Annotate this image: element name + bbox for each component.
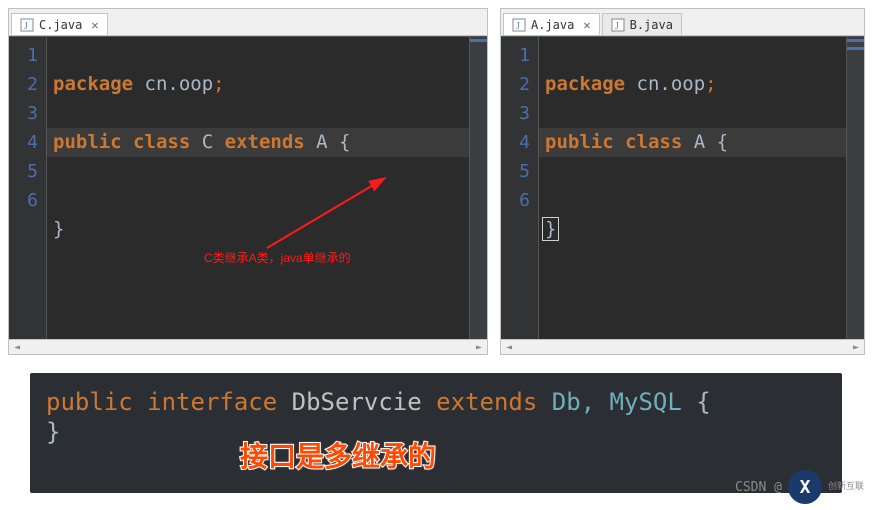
scroll-right-icon[interactable]: ► (473, 341, 485, 353)
tab-b-java[interactable]: J B.java (602, 13, 682, 35)
tab-bar-right: J A.java ✕ J B.java (501, 9, 864, 36)
package-name: cn.oop (133, 73, 213, 95)
logo-icon: X (788, 470, 822, 504)
brace-open: { (339, 131, 350, 153)
line-number: 2 (9, 70, 38, 99)
line-number: 6 (9, 186, 38, 215)
ruler-mark (470, 39, 487, 42)
svg-text:J: J (24, 21, 28, 32)
keyword-extends: extends (225, 131, 305, 153)
java-file-icon: J (20, 18, 34, 32)
line-number: 4 (501, 128, 530, 157)
tab-c-java[interactable]: J C.java ✕ (11, 13, 108, 35)
close-icon[interactable]: ✕ (91, 18, 98, 32)
class-name-c: C (190, 131, 224, 153)
editor-pane-c: J C.java ✕ 1 2 3 4 5 6 package cn.oop; p… (8, 8, 488, 355)
tab-bar-left: J C.java ✕ (9, 9, 487, 36)
tab-label: C.java (39, 18, 82, 32)
scroll-right-icon[interactable]: ► (850, 341, 862, 353)
scroll-left-icon[interactable]: ◄ (503, 341, 515, 353)
brace-close: } (53, 218, 64, 240)
keyword-package: package (545, 73, 625, 95)
annotation-label: C类继承A类，java单继承的 (204, 249, 351, 266)
multi-inherit-label: 接口是多继承的 (240, 435, 436, 475)
line-number: 1 (501, 41, 530, 70)
overview-ruler-right[interactable] (846, 37, 864, 339)
java-file-icon: J (512, 18, 526, 32)
keyword-package: package (53, 73, 133, 95)
brace-close: } (542, 217, 559, 241)
class-name-a: A (682, 131, 716, 153)
line-number: 5 (501, 157, 530, 186)
interface-name: DbServcie (277, 388, 436, 416)
superclass-a: A (305, 131, 339, 153)
csdn-label: CSDN @ (735, 480, 782, 495)
overview-ruler-left[interactable] (469, 37, 487, 339)
editor-pane-a: J A.java ✕ J B.java 1 2 3 4 5 6 package (500, 8, 865, 355)
tab-label: B.java (630, 18, 673, 32)
keyword-extends: extends (436, 388, 537, 416)
brace-open: { (717, 131, 728, 153)
brace-close: } (46, 418, 60, 446)
code-text-a[interactable]: package cn.oop; public class A { } (539, 37, 846, 339)
watermark: CSDN @ X 创新互联 (735, 470, 864, 504)
keyword-interface: interface (147, 388, 277, 416)
interface-snippet: public interface DbServcie extends Db, M… (30, 373, 842, 493)
svg-text:J: J (516, 21, 520, 32)
keyword-public: public (46, 388, 133, 416)
line-number: 6 (501, 186, 530, 215)
h-scrollbar-left[interactable]: ◄ ► (9, 339, 487, 354)
semicolon: ; (213, 73, 224, 95)
svg-text:J: J (615, 21, 619, 32)
line-number: 1 (9, 41, 38, 70)
close-icon[interactable]: ✕ (583, 18, 590, 32)
extended-types: Db, MySQL (537, 388, 696, 416)
code-area-a[interactable]: 1 2 3 4 5 6 package cn.oop; public class… (501, 36, 864, 339)
tab-label: A.java (531, 18, 574, 32)
line-number: 3 (501, 99, 530, 128)
gutter-left: 1 2 3 4 5 6 (9, 37, 47, 339)
code-text-c[interactable]: package cn.oop; public class C extends A… (47, 37, 469, 339)
ruler-mark (847, 47, 864, 50)
ruler-mark (847, 39, 864, 42)
logo-text: 创新互联 (828, 483, 864, 492)
line-number: 2 (501, 70, 530, 99)
tab-a-java[interactable]: J A.java ✕ (503, 13, 600, 35)
gutter-right: 1 2 3 4 5 6 (501, 37, 539, 339)
line-number: 3 (9, 99, 38, 128)
h-scrollbar-right[interactable]: ◄ ► (501, 339, 864, 354)
line-number: 4 (9, 128, 38, 157)
keyword-public: public (53, 131, 122, 153)
keyword-class: class (133, 131, 190, 153)
scroll-left-icon[interactable]: ◄ (11, 341, 23, 353)
semicolon: ; (705, 73, 716, 95)
package-name: cn.oop (625, 73, 705, 95)
line-number: 5 (9, 157, 38, 186)
java-file-icon: J (611, 18, 625, 32)
code-area-c[interactable]: 1 2 3 4 5 6 package cn.oop; public class… (9, 36, 487, 339)
keyword-public: public (545, 131, 614, 153)
keyword-class: class (625, 131, 682, 153)
brace-open: { (696, 388, 710, 416)
